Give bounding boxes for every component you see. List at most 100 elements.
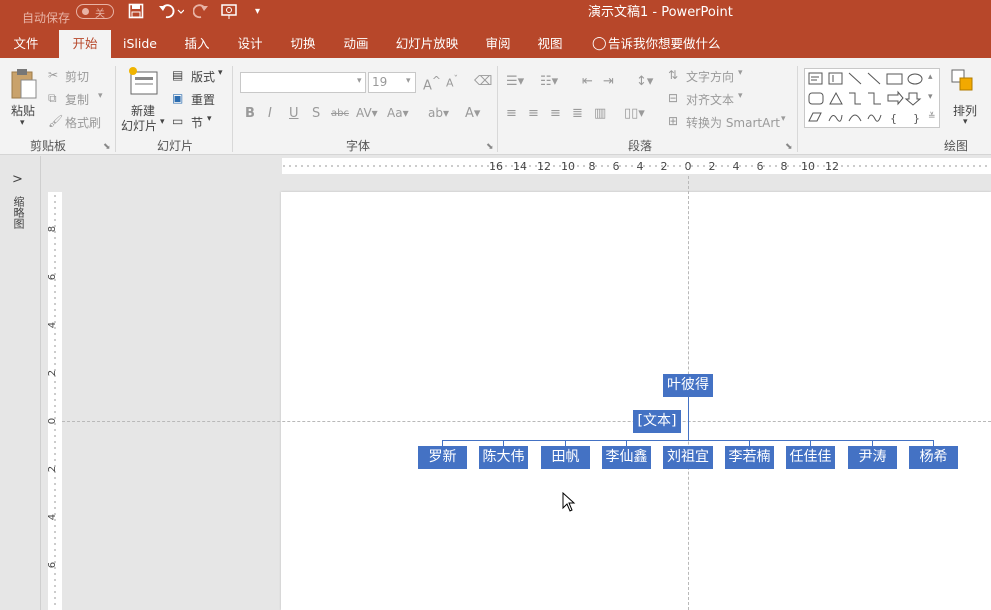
reset-icon[interactable]: ▣ <box>172 91 183 105</box>
customize-qat-icon[interactable]: ▾ <box>255 3 260 21</box>
shadow-icon[interactable]: S <box>312 106 320 121</box>
strikethrough-icon[interactable]: abc <box>331 108 349 119</box>
font-color-icon[interactable]: A▾ <box>465 106 480 121</box>
redo-icon[interactable] <box>192 3 209 21</box>
presentation-icon[interactable] <box>221 3 243 21</box>
columns-icon[interactable]: ▯▯▾ <box>624 106 645 121</box>
org-node-child[interactable]: 陈大伟 <box>479 446 528 469</box>
new-slide-dropdown-icon[interactable]: ▾ <box>160 117 165 127</box>
section-button[interactable]: 节 <box>191 114 203 131</box>
layout-dropdown-icon[interactable]: ▾ <box>218 68 223 78</box>
section-dropdown-icon[interactable]: ▾ <box>207 114 212 124</box>
undo-icon[interactable] <box>158 3 185 21</box>
slide[interactable] <box>281 192 991 610</box>
align-text-icon[interactable]: ⊟ <box>668 91 678 105</box>
convert-smartart-dropdown-icon[interactable]: ▾ <box>781 114 786 124</box>
font-launcher-icon[interactable]: ⬊ <box>486 142 494 152</box>
shrink-font-icon[interactable]: Aˇ <box>446 74 458 90</box>
autosave-toggle[interactable]: 关 <box>76 4 114 20</box>
org-node-child[interactable]: 尹涛 <box>848 446 897 469</box>
align-center-icon[interactable]: ≡ <box>528 106 539 121</box>
clear-format-icon[interactable]: ⌫ <box>474 74 492 89</box>
lightbulb-icon: ◯ <box>592 36 607 51</box>
change-case-icon[interactable]: Aa▾ <box>387 106 409 120</box>
paste-button[interactable]: 粘贴 <box>11 102 35 119</box>
thumbnail-label[interactable]: 缩略图 <box>10 196 26 229</box>
tab-islide[interactable]: iSlide <box>115 30 165 58</box>
svg-text:}: } <box>913 112 920 125</box>
new-slide-button[interactable]: 幻灯片 <box>121 117 157 134</box>
italic-icon[interactable]: I <box>268 106 272 121</box>
text-direction-icon[interactable]: ⇅ <box>668 68 678 82</box>
bold-icon[interactable]: B <box>245 106 255 121</box>
arrange-icon[interactable] <box>950 68 978 99</box>
highlight-icon[interactable]: ab▾ <box>428 106 449 120</box>
convert-smartart-button[interactable]: 转换为 SmartArt <box>686 114 780 131</box>
line-spacing-icon[interactable]: ↕▾ <box>636 74 653 89</box>
underline-icon[interactable]: U <box>289 106 299 121</box>
paragraph-launcher-icon[interactable]: ⬊ <box>785 142 793 152</box>
paste-icon[interactable] <box>10 66 38 103</box>
increase-indent-icon[interactable]: ⇥ <box>603 74 614 89</box>
org-node-root[interactable]: 叶彼得 <box>663 374 713 397</box>
toggle-knob <box>82 8 89 15</box>
org-node-child[interactable]: 杨希 <box>909 446 958 469</box>
font-name-dropdown-icon[interactable]: ▾ <box>357 76 362 86</box>
clipboard-launcher-icon[interactable]: ⬊ <box>103 142 111 152</box>
grow-font-icon[interactable]: A^ <box>423 74 441 93</box>
gallery-scroll-down-icon[interactable]: ▾ <box>928 92 933 102</box>
gallery-scroll-up-icon[interactable]: ▴ <box>928 72 933 82</box>
smartart-icon[interactable]: ⊞ <box>668 114 678 128</box>
text-direction-dropdown-icon[interactable]: ▾ <box>738 68 743 78</box>
tab-home[interactable]: 开始 <box>59 30 111 58</box>
org-node-child[interactable]: 李若楠 <box>725 446 774 469</box>
copy-dropdown-icon[interactable]: ▾ <box>98 91 103 101</box>
expand-thumbnails-icon[interactable]: > <box>12 172 23 187</box>
new-slide-icon[interactable] <box>127 66 159 99</box>
distributed-icon[interactable]: ▥ <box>594 106 606 121</box>
org-node-assistant[interactable]: [文本] <box>633 410 681 433</box>
reset-button[interactable]: 重置 <box>191 91 215 108</box>
tab-insert[interactable]: 插入 <box>172 30 222 58</box>
scissors-icon[interactable]: ✂ <box>48 68 58 82</box>
tab-review[interactable]: 审阅 <box>474 30 522 58</box>
text-direction-button[interactable]: 文字方向 <box>686 68 734 85</box>
align-left-icon[interactable]: ≡ <box>506 106 517 121</box>
font-size-dropdown-icon[interactable]: ▾ <box>406 76 411 86</box>
layout-icon[interactable]: ▤ <box>172 68 183 82</box>
paste-dropdown-icon[interactable]: ▾ <box>20 118 25 128</box>
org-node-child[interactable]: 刘祖宜 <box>663 446 713 469</box>
save-icon[interactable] <box>128 3 144 21</box>
arrange-dropdown-icon[interactable]: ▾ <box>963 117 968 127</box>
tell-me-search[interactable]: 告诉我你想要做什么 <box>608 30 723 58</box>
org-node-child[interactable]: 李仙鑫 <box>602 446 651 469</box>
shapes-gallery[interactable]: {} <box>804 68 940 128</box>
layout-button[interactable]: 版式 <box>191 68 215 85</box>
horizontal-guide[interactable] <box>62 421 991 422</box>
copy-button[interactable]: 复制 <box>65 91 89 108</box>
font-name-select[interactable] <box>240 72 366 93</box>
org-node-child[interactable]: 田帆 <box>541 446 590 469</box>
org-node-child[interactable]: 任佳佳 <box>786 446 835 469</box>
tab-transitions[interactable]: 切换 <box>278 30 328 58</box>
tab-animations[interactable]: 动画 <box>331 30 381 58</box>
tab-view[interactable]: 视图 <box>526 30 574 58</box>
tab-slideshow[interactable]: 幻灯片放映 <box>392 30 462 58</box>
tab-design[interactable]: 设计 <box>225 30 275 58</box>
align-right-icon[interactable]: ≡ <box>550 106 561 121</box>
justify-icon[interactable]: ≣ <box>572 106 583 121</box>
tab-file[interactable]: 文件 <box>0 30 52 58</box>
org-node-child[interactable]: 罗新 <box>418 446 467 469</box>
copy-icon[interactable]: ⧉ <box>48 91 57 106</box>
numbering-icon[interactable]: ☷▾ <box>540 74 558 89</box>
section-icon[interactable]: ▭ <box>172 114 183 128</box>
brush-icon[interactable]: 🖌 <box>48 114 63 128</box>
align-text-button[interactable]: 对齐文本 <box>686 91 734 108</box>
format-painter-button[interactable]: 格式刷 <box>65 114 101 131</box>
char-spacing-icon[interactable]: AV▾ <box>356 106 378 120</box>
gallery-more-icon[interactable]: ≚ <box>928 112 936 122</box>
cut-button[interactable]: 剪切 <box>65 68 89 85</box>
align-text-dropdown-icon[interactable]: ▾ <box>738 91 743 101</box>
decrease-indent-icon[interactable]: ⇤ <box>582 74 593 89</box>
bullets-icon[interactable]: ☰▾ <box>506 74 524 89</box>
